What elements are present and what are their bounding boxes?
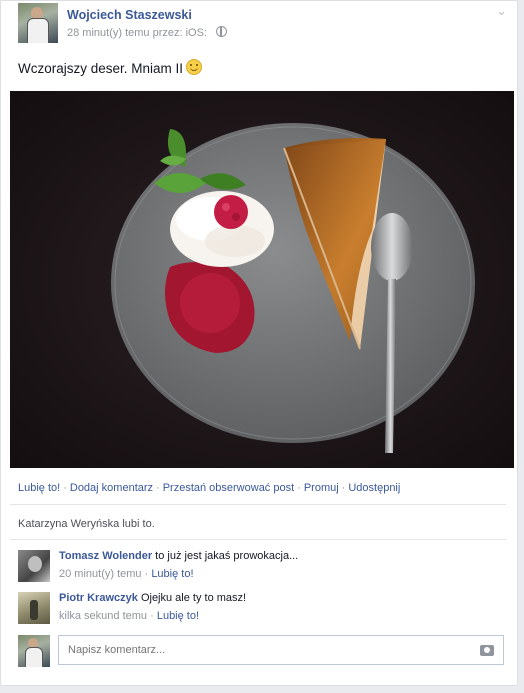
comment-author[interactable]: Piotr Krawczyk xyxy=(59,592,138,604)
comment-meta: kilka sekund temu · Lubię to! xyxy=(59,610,200,622)
avatar-figure xyxy=(30,600,38,620)
promote-link[interactable]: Promuj xyxy=(304,482,339,494)
post-meta: 28 minut(y) temu przez: iOS: xyxy=(67,26,228,39)
post-status: Wczorajszy deser. Mniam II xyxy=(18,59,203,76)
comment-text: Ojejku ale ty to masz! xyxy=(140,592,247,604)
author-avatar[interactable] xyxy=(18,3,58,43)
likes-summary[interactable]: Katarzyna Weryńska lubi to. xyxy=(18,518,155,530)
raspberry xyxy=(214,195,248,229)
post-meta-text[interactable]: 28 minut(y) temu przez: iOS: xyxy=(67,27,207,39)
comment: Piotr Krawczyk Ojejku ale ty to masz! xyxy=(59,592,246,604)
comment-meta: 20 minut(y) temu · Lubię to! xyxy=(59,568,194,580)
avatar-face xyxy=(28,556,42,572)
comment-time[interactable]: 20 minut(y) temu xyxy=(59,568,142,580)
comment-author[interactable]: Tomasz Wolender xyxy=(59,550,152,562)
comment: Tomasz Wolender to już jest jakaś prowok… xyxy=(59,550,298,562)
post-photo[interactable] xyxy=(10,91,514,468)
comment-composer xyxy=(58,635,504,665)
comment-time[interactable]: kilka sekund temu xyxy=(59,610,147,622)
chevron-down-icon[interactable]: ⌄ xyxy=(496,3,507,19)
comment-like-link[interactable]: Lubię to! xyxy=(151,568,193,580)
share-link[interactable]: Udostępnij xyxy=(348,482,400,494)
camera-icon[interactable] xyxy=(480,645,494,656)
comment-avatar[interactable] xyxy=(18,550,50,582)
globe-icon[interactable] xyxy=(216,26,228,37)
add-comment-link[interactable]: Dodaj komentarz xyxy=(70,482,153,494)
avatar-figure-body xyxy=(27,18,49,43)
dessert-photo-illustration xyxy=(10,91,514,468)
unfollow-post-link[interactable]: Przestań obserwować post xyxy=(163,482,294,494)
smiley-icon xyxy=(186,59,203,75)
post-card: Wojciech Staszewski 28 minut(y) temu prz… xyxy=(0,0,518,686)
comment-avatar[interactable] xyxy=(18,592,50,624)
comment-like-link[interactable]: Lubię to! xyxy=(157,610,199,622)
post-author[interactable]: Wojciech Staszewski xyxy=(67,8,192,22)
like-link[interactable]: Lubię to! xyxy=(18,482,60,494)
avatar-figure-body xyxy=(25,647,43,667)
divider xyxy=(10,539,506,540)
divider xyxy=(10,504,506,505)
post-status-text: Wczorajszy deser. Mniam II xyxy=(18,61,184,76)
comment-text: to już jest jakaś prowokacja... xyxy=(155,550,299,562)
composer-avatar xyxy=(18,635,50,667)
post-actions: Lubię to! · Dodaj komentarz · Przestań obser… xyxy=(18,482,401,494)
comment-input[interactable] xyxy=(59,636,477,664)
